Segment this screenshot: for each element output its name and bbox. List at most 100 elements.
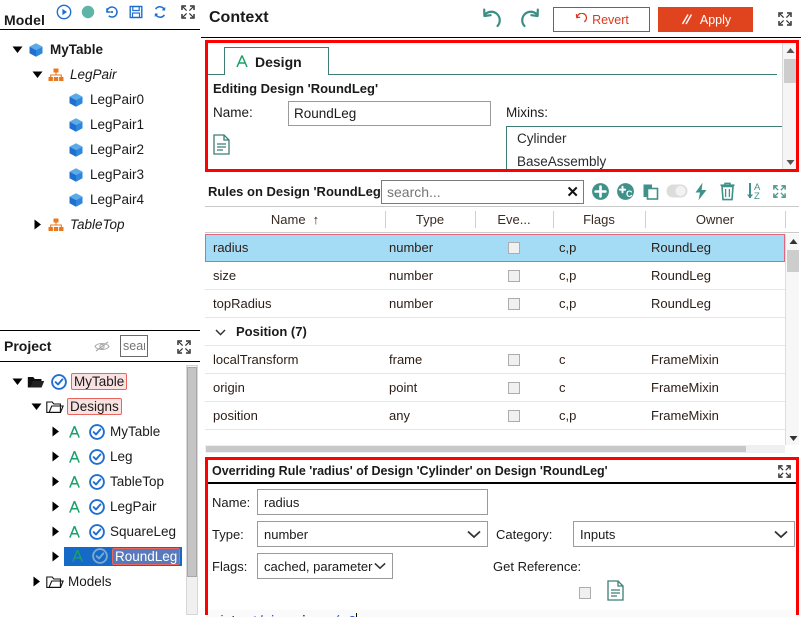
expand-icon[interactable]	[180, 4, 196, 20]
project-scrollbar-thumb[interactable]	[187, 367, 197, 577]
status-dot-icon[interactable]	[80, 4, 96, 20]
chevron-down-icon[interactable]	[27, 402, 45, 411]
check-circle-icon[interactable]	[87, 498, 107, 515]
mixin-list-item[interactable]: BaseAssembly	[507, 150, 787, 169]
rules-horizontal-scrollbar[interactable]	[205, 445, 785, 453]
chevron-right-icon[interactable]	[46, 426, 64, 437]
event-checkbox[interactable]	[508, 269, 520, 282]
rules-scrollbar-thumb[interactable]	[787, 250, 799, 272]
project-tree-item-squareleg[interactable]: SquareLeg	[0, 519, 200, 544]
event-checkbox[interactable]	[508, 353, 520, 366]
table-row[interactable]: localTransform frame c FrameMixin	[205, 346, 785, 374]
expand-icon[interactable]	[772, 184, 787, 202]
column-header-owner[interactable]: Owner	[645, 207, 785, 232]
check-circle-icon[interactable]	[87, 473, 107, 490]
model-tree-item-legpair0[interactable]: LegPair0	[0, 87, 200, 112]
project-tree-item-roundleg[interactable]: RoundLeg	[0, 544, 200, 569]
apply-button[interactable]: Apply	[658, 7, 753, 32]
event-checkbox[interactable]	[508, 381, 520, 394]
copy-icon[interactable]	[641, 182, 660, 204]
document-icon[interactable]	[607, 580, 624, 604]
table-row[interactable]: position any c,p FrameMixin	[205, 402, 785, 430]
scroll-up-icon[interactable]	[783, 43, 796, 57]
rules-group-row[interactable]: Position (7)	[205, 318, 785, 346]
chevron-right-icon[interactable]	[46, 476, 64, 487]
column-header-eve[interactable]: Eve...	[475, 207, 553, 232]
eye-hidden-icon[interactable]	[94, 340, 110, 353]
chevron-right-icon[interactable]	[46, 501, 64, 512]
cell-event-checkbox[interactable]	[475, 290, 553, 317]
project-tree-item-tabletop[interactable]: TableTop	[0, 469, 200, 494]
event-checkbox[interactable]	[508, 297, 520, 310]
design-name-input[interactable]	[288, 101, 491, 126]
table-row[interactable]: topRadius number c,p RoundLeg	[205, 290, 785, 318]
scroll-down-icon[interactable]	[783, 155, 796, 169]
rules-hscrollbar-thumb[interactable]	[206, 446, 746, 452]
rules-table-body[interactable]: radius number c,p RoundLeg size number c,p Roun…	[205, 234, 785, 445]
cell-event-checkbox[interactable]	[475, 262, 553, 289]
event-checkbox[interactable]	[508, 409, 520, 422]
project-tree-item-mytable[interactable]: MyTable	[0, 369, 200, 394]
model-tree[interactable]: MyTable LegPair LegPair0 LegPair1 LegPair2 Le…	[0, 31, 200, 330]
design-scrollbar[interactable]	[782, 43, 796, 169]
event-checkbox[interactable]	[508, 241, 520, 254]
expand-icon[interactable]	[176, 339, 192, 355]
trash-icon[interactable]	[719, 182, 736, 204]
model-tree-item-legpair[interactable]: LegPair	[0, 62, 200, 87]
expand-icon[interactable]	[777, 464, 792, 482]
check-circle-icon[interactable]	[49, 373, 69, 390]
column-header-flags[interactable]: Flags	[553, 207, 645, 232]
chevron-down-icon[interactable]	[28, 70, 46, 79]
revert-button[interactable]: Revert	[553, 7, 650, 32]
scroll-down-icon[interactable]	[786, 431, 800, 445]
play-icon[interactable]	[56, 4, 72, 20]
tab-design[interactable]: Design	[224, 47, 329, 75]
close-icon[interactable]: ✕	[566, 183, 579, 201]
model-tree-item-legpair1[interactable]: LegPair1	[0, 112, 200, 137]
table-row[interactable]: radius number c,p RoundLeg	[205, 234, 785, 262]
project-search-input[interactable]	[120, 335, 148, 357]
chevron-right-icon[interactable]	[46, 451, 64, 462]
redo-icon[interactable]	[518, 6, 544, 35]
table-row[interactable]: size number c,p RoundLeg	[205, 262, 785, 290]
rules-search-input[interactable]	[382, 181, 557, 203]
expand-icon[interactable]	[777, 11, 793, 30]
override-type-select[interactable]: number	[257, 521, 488, 547]
mixin-list-item[interactable]: Cylinder	[507, 127, 787, 150]
refresh-icon[interactable]	[152, 4, 168, 20]
model-tree-item-legpair3[interactable]: LegPair3	[0, 162, 200, 187]
add-c-rule-icon[interactable]: C	[616, 182, 635, 204]
design-scrollbar-thumb[interactable]	[784, 59, 796, 83]
cell-event-checkbox[interactable]	[475, 402, 553, 429]
chevron-right-icon[interactable]	[28, 219, 46, 230]
cell-event-checkbox[interactable]	[475, 374, 553, 401]
project-tree-item-models[interactable]: Models	[0, 569, 200, 594]
chevron-right-icon[interactable]	[46, 526, 64, 537]
lightning-icon[interactable]	[694, 182, 708, 204]
add-rule-icon[interactable]	[591, 182, 610, 204]
project-tree-item-legpair[interactable]: LegPair	[0, 494, 200, 519]
column-header-name[interactable]: Name ↑	[205, 207, 385, 232]
model-tree-item-tabletop[interactable]: TableTop	[0, 212, 200, 237]
check-circle-icon[interactable]	[90, 548, 110, 564]
mixins-list[interactable]: Cylinder BaseAssembly	[506, 126, 788, 169]
override-category-select[interactable]: Inputs	[573, 521, 795, 547]
check-circle-icon[interactable]	[87, 448, 107, 465]
column-header-type[interactable]: Type	[385, 207, 475, 232]
project-tree-item-mytable[interactable]: MyTable	[0, 419, 200, 444]
project-tree-item-leg[interactable]: Leg	[0, 444, 200, 469]
project-tree[interactable]: MyTable Designs MyTable Leg TableTop LegPair S…	[0, 363, 200, 617]
get-reference-checkbox[interactable]	[579, 587, 591, 599]
model-tree-item-mytable[interactable]: MyTable	[0, 37, 200, 62]
expression-text[interactable]: this.size / 2	[245, 612, 358, 617]
toggle-icon[interactable]	[666, 184, 688, 201]
override-name-input[interactable]	[257, 489, 488, 515]
model-tree-item-legpair2[interactable]: LegPair2	[0, 137, 200, 162]
scroll-up-icon[interactable]	[786, 234, 800, 248]
model-tree-item-legpair4[interactable]: LegPair4	[0, 187, 200, 212]
chevron-down-icon[interactable]	[215, 324, 226, 339]
override-flags-select[interactable]: cached, parameter	[257, 553, 393, 579]
chevron-down-icon[interactable]	[8, 377, 26, 386]
chevron-right-icon[interactable]	[27, 576, 45, 587]
check-circle-icon[interactable]	[87, 423, 107, 440]
